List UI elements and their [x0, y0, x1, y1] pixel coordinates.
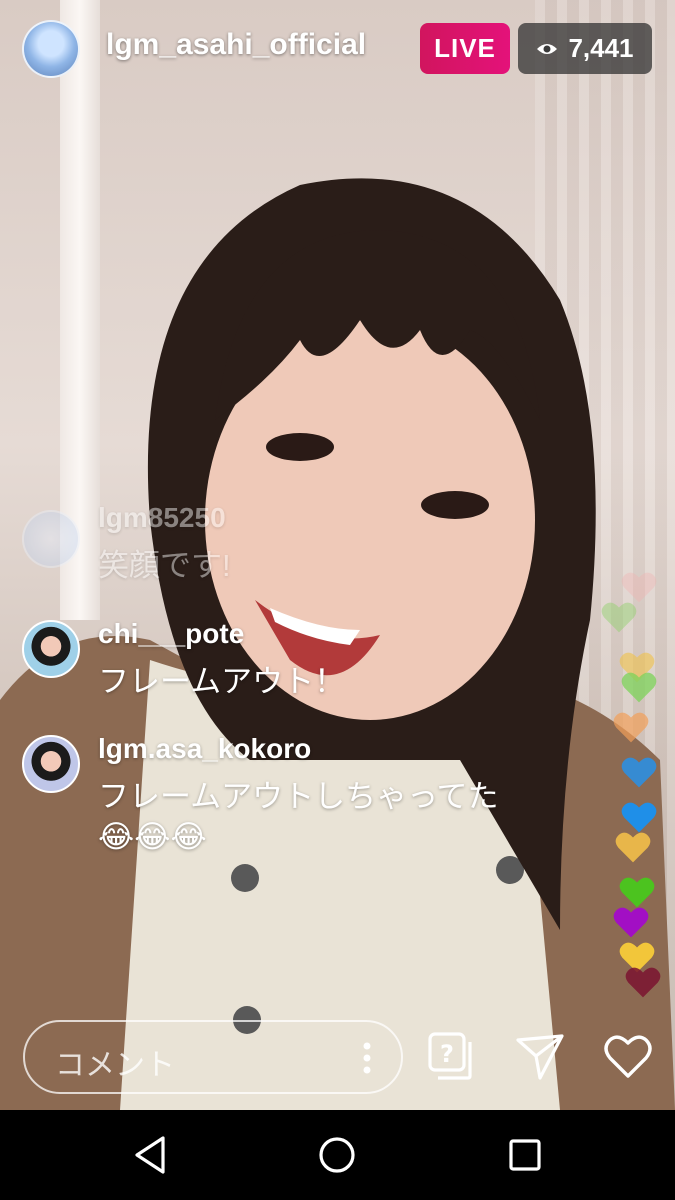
heart-icon: [615, 832, 651, 863]
comment-text: フレームアウト！: [98, 664, 346, 699]
comment-input[interactable]: コメント: [23, 1020, 403, 1094]
avatar: [22, 735, 80, 793]
comment-username: lgm.asa_kokoro: [98, 733, 312, 764]
comment-emoji: 😂😂😂: [98, 819, 207, 854]
avatar: [22, 620, 80, 678]
heart-outline-icon[interactable]: [602, 1030, 654, 1082]
comment-text: フレームアウトしちゃってた: [98, 779, 499, 814]
comment-username: lgm85250: [98, 502, 226, 533]
more-options-icon[interactable]: [363, 1040, 371, 1076]
circle-home-icon[interactable]: [312, 1130, 362, 1180]
live-badge: LIVE: [420, 23, 510, 74]
heart-icon: [621, 802, 657, 833]
heart-icon: [621, 572, 657, 603]
question-box-icon[interactable]: ?: [426, 1030, 478, 1082]
broadcaster-avatar[interactable]: [22, 20, 80, 78]
system-nav-bar: [0, 1110, 675, 1200]
heart-icon: [619, 877, 655, 908]
floating-hearts: [590, 560, 670, 1030]
heart-icon: [613, 907, 649, 938]
comment-username: chi___pote: [98, 618, 245, 649]
viewer-count-badge[interactable]: 7,441: [518, 23, 652, 74]
heart-icon: [601, 602, 637, 633]
viewer-count: 7,441: [568, 33, 634, 63]
paper-plane-icon[interactable]: [514, 1030, 566, 1082]
eye-icon: [537, 43, 558, 54]
comment-placeholder: コメント: [55, 1049, 175, 1082]
svg-text:?: ?: [440, 1040, 454, 1068]
heart-icon: [621, 672, 657, 703]
avatar: [22, 510, 80, 568]
comment-text: 笑顔です!: [98, 548, 231, 583]
heart-icon: [625, 967, 661, 998]
triangle-back-icon[interactable]: [125, 1130, 175, 1180]
heart-icon: [621, 757, 657, 788]
square-recents-icon[interactable]: [500, 1130, 550, 1180]
heart-icon: [613, 712, 649, 743]
broadcaster-username[interactable]: lgm_asahi_official: [106, 28, 366, 62]
